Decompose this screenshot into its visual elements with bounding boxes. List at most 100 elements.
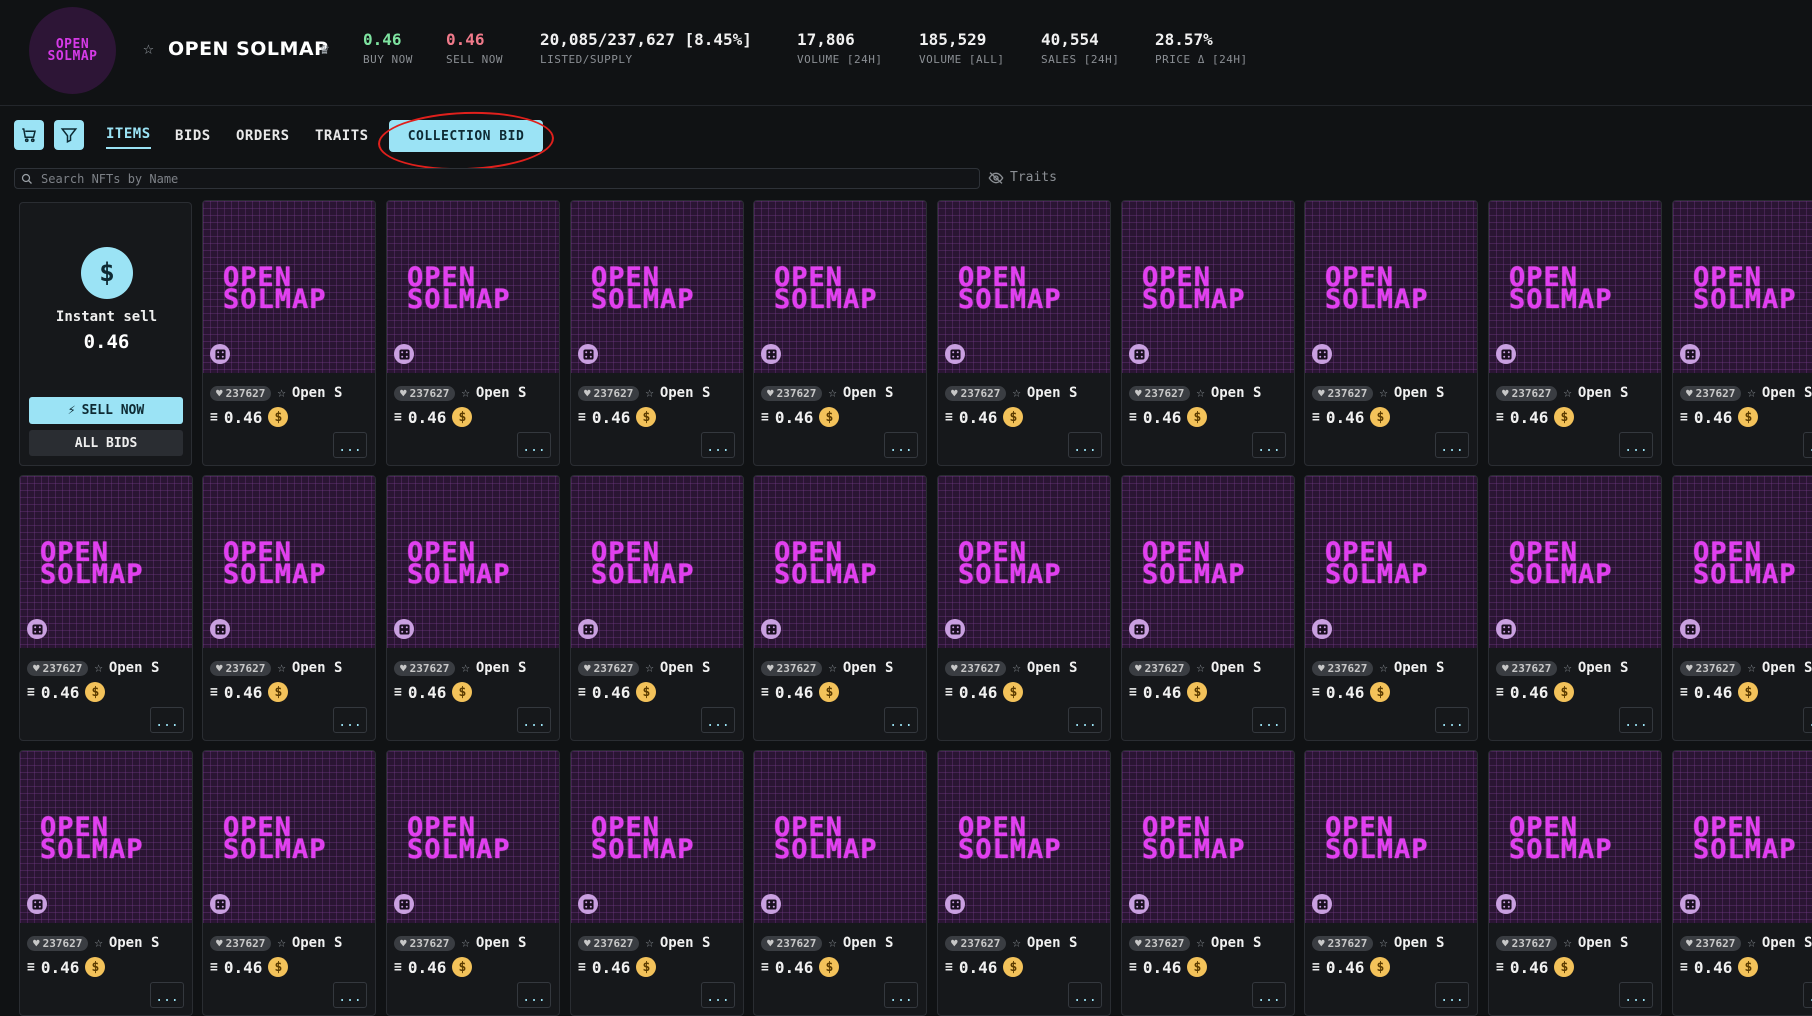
favorite-star-icon[interactable]: ☆ <box>143 38 154 59</box>
nft-card[interactable]: OPEN SOLMAP ♥ 237627 ☆ Open S ≡ 0.46 $ .… <box>1121 200 1295 466</box>
favorite-star-icon[interactable]: ☆ <box>645 660 653 676</box>
favorite-star-icon[interactable]: ☆ <box>461 660 469 676</box>
nft-image[interactable]: OPEN SOLMAP <box>1305 201 1477 373</box>
nft-name[interactable]: Open S <box>660 385 711 401</box>
dice-icon[interactable] <box>945 344 965 364</box>
dice-icon[interactable] <box>394 894 414 914</box>
nft-image[interactable]: OPEN SOLMAP <box>938 201 1110 373</box>
nft-image[interactable]: OPEN SOLMAP <box>1489 476 1661 648</box>
tab-traits[interactable]: TRAITS <box>315 128 369 144</box>
nft-name[interactable]: Open S <box>1211 385 1262 401</box>
nft-image[interactable]: OPEN SOLMAP <box>1122 476 1294 648</box>
dice-icon[interactable] <box>394 619 414 639</box>
nft-image[interactable]: OPEN SOLMAP <box>1305 476 1477 648</box>
favorite-star-icon[interactable]: ☆ <box>277 660 285 676</box>
favorite-star-icon[interactable]: ☆ <box>1747 660 1755 676</box>
nft-image[interactable]: OPEN SOLMAP <box>1489 201 1661 373</box>
nft-name[interactable]: Open S <box>1578 385 1629 401</box>
more-options-button[interactable]: ... <box>333 707 367 733</box>
more-options-button[interactable]: ... <box>1252 982 1286 1008</box>
nft-card[interactable]: OPEN SOLMAP ♥ 237627 ☆ Open S ≡ 0.46 $ .… <box>570 200 744 466</box>
nft-card[interactable]: OPEN SOLMAP ♥ 237627 ☆ Open S ≡ 0.46 $ .… <box>753 475 927 741</box>
nft-card[interactable]: OPEN SOLMAP ♥ 237627 ☆ Open S ≡ 0.46 $ .… <box>1304 475 1478 741</box>
more-options-button[interactable]: ... <box>1435 707 1469 733</box>
more-options-button[interactable]: ... <box>517 432 551 458</box>
nft-image[interactable]: OPEN SOLMAP <box>938 476 1110 648</box>
nft-image[interactable]: OPEN SOLMAP <box>1673 751 1812 923</box>
favorite-star-icon[interactable]: ☆ <box>1012 935 1020 951</box>
dice-icon[interactable] <box>210 344 230 364</box>
more-options-button[interactable]: ... <box>517 982 551 1008</box>
favorite-star-icon[interactable]: ☆ <box>1747 385 1755 401</box>
nft-name[interactable]: Open S <box>1394 935 1445 951</box>
more-options-button[interactable]: ... <box>701 707 735 733</box>
nft-name[interactable]: Open S <box>109 660 160 676</box>
search-input[interactable] <box>39 170 979 187</box>
dice-icon[interactable] <box>394 344 414 364</box>
traits-toggle[interactable]: Traits <box>988 170 1057 185</box>
nft-image[interactable]: OPEN SOLMAP <box>754 751 926 923</box>
nft-card[interactable]: OPEN SOLMAP ♥ 237627 ☆ Open S ≡ 0.46 $ .… <box>202 200 376 466</box>
dice-icon[interactable] <box>1680 344 1700 364</box>
nft-name[interactable]: Open S <box>1027 385 1078 401</box>
nft-card[interactable]: OPEN SOLMAP ♥ 237627 ☆ Open S ≡ 0.46 $ .… <box>1488 200 1662 466</box>
nft-name[interactable]: Open S <box>843 385 894 401</box>
nft-image[interactable]: OPEN SOLMAP <box>571 751 743 923</box>
nft-image[interactable]: OPEN SOLMAP <box>203 751 375 923</box>
tab-bids[interactable]: BIDS <box>175 128 211 144</box>
dice-icon[interactable] <box>578 894 598 914</box>
cart-button[interactable] <box>14 120 44 150</box>
more-options-button[interactable]: ... <box>1803 707 1812 733</box>
favorite-star-icon[interactable]: ☆ <box>1747 935 1755 951</box>
more-options-button[interactable]: ... <box>1619 982 1653 1008</box>
more-options-button[interactable]: ... <box>1252 707 1286 733</box>
nft-card[interactable]: OPEN SOLMAP ♥ 237627 ☆ Open S ≡ 0.46 $ .… <box>1672 200 1812 466</box>
more-options-button[interactable]: ... <box>884 432 918 458</box>
nft-name[interactable]: Open S <box>1762 935 1812 951</box>
favorite-star-icon[interactable]: ☆ <box>828 660 836 676</box>
nft-card[interactable]: OPEN SOLMAP ♥ 237627 ☆ Open S ≡ 0.46 $ .… <box>1488 475 1662 741</box>
nft-card[interactable]: OPEN SOLMAP ♥ 237627 ☆ Open S ≡ 0.46 $ .… <box>1121 750 1295 1016</box>
favorite-star-icon[interactable]: ☆ <box>461 385 469 401</box>
dice-icon[interactable] <box>1312 894 1332 914</box>
more-options-button[interactable]: ... <box>1068 432 1102 458</box>
nft-name[interactable]: Open S <box>1762 385 1812 401</box>
more-options-button[interactable]: ... <box>150 707 184 733</box>
favorite-star-icon[interactable]: ☆ <box>828 385 836 401</box>
favorite-star-icon[interactable]: ☆ <box>1196 660 1204 676</box>
nft-name[interactable]: Open S <box>109 935 160 951</box>
nft-name[interactable]: Open S <box>292 385 343 401</box>
dice-icon[interactable] <box>27 894 47 914</box>
nft-name[interactable]: Open S <box>1578 660 1629 676</box>
nft-image[interactable]: OPEN SOLMAP <box>20 751 192 923</box>
more-options-button[interactable]: ... <box>1619 432 1653 458</box>
dice-icon[interactable] <box>578 344 598 364</box>
nft-image[interactable]: OPEN SOLMAP <box>1489 751 1661 923</box>
more-options-button[interactable]: ... <box>1252 432 1286 458</box>
favorite-star-icon[interactable]: ☆ <box>461 935 469 951</box>
nft-card[interactable]: OPEN SOLMAP ♥ 237627 ☆ Open S ≡ 0.46 $ .… <box>1488 750 1662 1016</box>
nft-name[interactable]: Open S <box>1211 660 1262 676</box>
dice-icon[interactable] <box>1680 894 1700 914</box>
more-options-button[interactable]: ... <box>333 982 367 1008</box>
dice-icon[interactable] <box>1129 344 1149 364</box>
favorite-star-icon[interactable]: ☆ <box>94 935 102 951</box>
nft-name[interactable]: Open S <box>1394 385 1445 401</box>
nft-image[interactable]: OPEN SOLMAP <box>571 476 743 648</box>
favorite-star-icon[interactable]: ☆ <box>1012 660 1020 676</box>
dice-icon[interactable] <box>210 894 230 914</box>
nft-name[interactable]: Open S <box>292 660 343 676</box>
nft-card[interactable]: OPEN SOLMAP ♥ 237627 ☆ Open S ≡ 0.46 $ .… <box>1121 475 1295 741</box>
nft-name[interactable]: Open S <box>1027 660 1078 676</box>
dice-icon[interactable] <box>1680 619 1700 639</box>
nft-image[interactable]: OPEN SOLMAP <box>754 476 926 648</box>
dice-icon[interactable] <box>1496 619 1516 639</box>
dice-icon[interactable] <box>945 619 965 639</box>
more-options-button[interactable]: ... <box>1619 707 1653 733</box>
more-options-button[interactable]: ... <box>1068 982 1102 1008</box>
more-options-button[interactable]: ... <box>701 432 735 458</box>
favorite-star-icon[interactable]: ☆ <box>1379 660 1387 676</box>
more-options-button[interactable]: ... <box>1803 432 1812 458</box>
nft-card[interactable]: OPEN SOLMAP ♥ 237627 ☆ Open S ≡ 0.46 $ .… <box>1672 750 1812 1016</box>
nft-card[interactable]: OPEN SOLMAP ♥ 237627 ☆ Open S ≡ 0.46 $ .… <box>570 750 744 1016</box>
